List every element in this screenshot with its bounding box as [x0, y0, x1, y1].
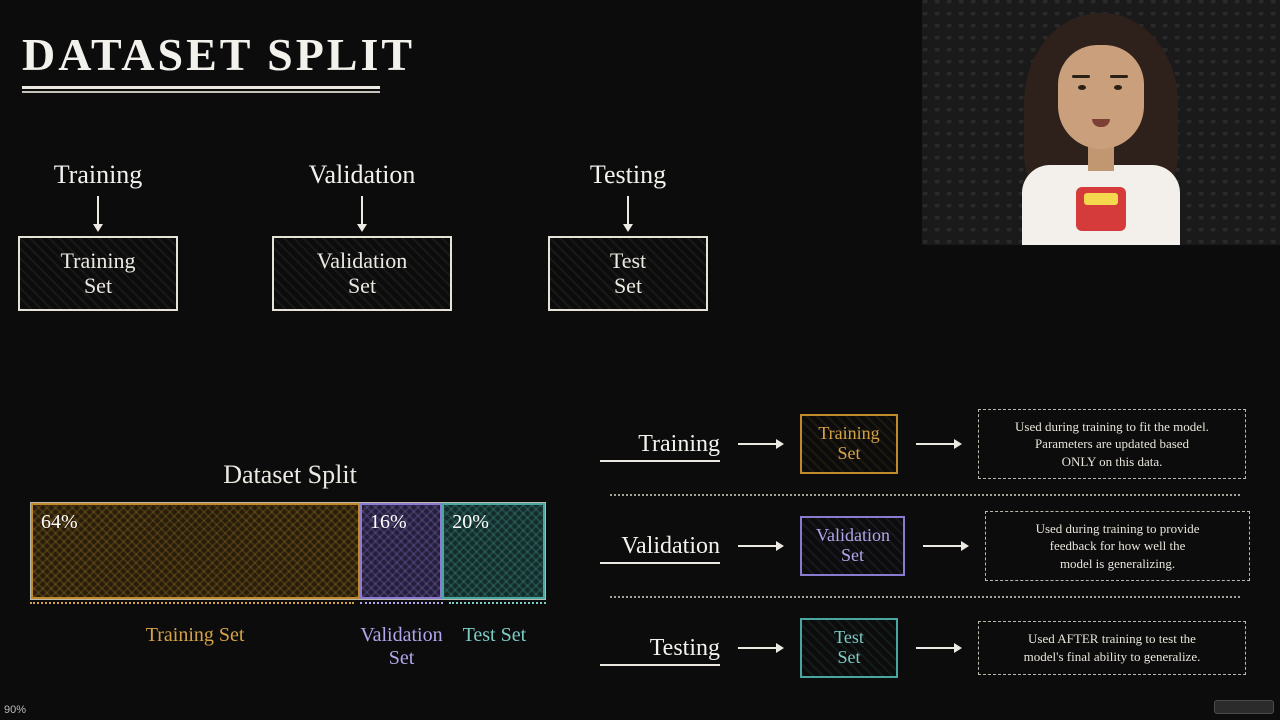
- bar-segment-test-value: 20%: [452, 511, 489, 533]
- legend-validation: Validation Set: [360, 624, 443, 670]
- arrow-right-icon: [916, 443, 960, 445]
- bar-segment-validation: 16%: [360, 503, 442, 599]
- row-validation-box: Validation Set: [800, 516, 905, 576]
- row-testing-box: Test Set: [800, 618, 898, 678]
- arrow-down-icon: [97, 196, 99, 230]
- flow-validation-label: Validation: [272, 160, 452, 190]
- row-validation: Validation Validation Set Used during tr…: [600, 500, 1250, 592]
- row-validation-label: Validation: [600, 533, 720, 560]
- row-training-desc: Used during training to fit the model. P…: [978, 409, 1246, 480]
- presenter-video: [922, 0, 1280, 245]
- bar-segment-training-value: 64%: [41, 511, 78, 533]
- stacked-bar: 64% 16% 20%: [30, 502, 546, 600]
- bar-segment-test: 20%: [442, 503, 545, 599]
- page-title: DATASET SPLIT: [22, 28, 415, 81]
- row-testing-desc: Used AFTER training to test the model's …: [978, 621, 1246, 674]
- arrow-down-icon: [361, 196, 363, 230]
- flow-validation: Validation Validation Set: [272, 160, 452, 311]
- zoom-level: 90%: [4, 704, 26, 716]
- row-divider: [610, 494, 1240, 496]
- flow-testing-label: Testing: [548, 160, 708, 190]
- row-divider: [610, 596, 1240, 598]
- arrow-right-icon: [738, 443, 782, 445]
- arrow-right-icon: [738, 545, 782, 547]
- row-training-label: Training: [600, 431, 720, 458]
- presenter-avatar: [996, 5, 1206, 245]
- chart-title: Dataset Split: [30, 460, 550, 490]
- set-descriptions: Training Training Set Used during traini…: [600, 398, 1250, 694]
- bar-segment-training: 64%: [31, 503, 360, 599]
- arrow-down-icon: [627, 196, 629, 230]
- bar-segment-validation-value: 16%: [370, 511, 407, 533]
- test-set-box: Test Set: [548, 236, 708, 311]
- flow-testing: Testing Test Set: [548, 160, 708, 311]
- row-training: Training Training Set Used during traini…: [600, 398, 1250, 490]
- legend-test: Test Set: [443, 624, 546, 670]
- row-testing-label: Testing: [600, 635, 720, 662]
- row-testing: Testing Test Set Used AFTER training to …: [600, 602, 1250, 694]
- validation-set-box: Validation Set: [272, 236, 452, 311]
- bottom-right-pill[interactable]: [1214, 700, 1274, 714]
- row-validation-desc: Used during training to provide feedback…: [985, 511, 1250, 582]
- flow-training: Training Training Set: [18, 160, 178, 311]
- flow-training-label: Training: [18, 160, 178, 190]
- legend-training: Training Set: [30, 624, 360, 670]
- arrow-right-icon: [738, 647, 782, 649]
- dataset-split-chart: Dataset Split 64% 16% 20% Training Set V…: [30, 460, 550, 670]
- title-underline: [22, 86, 380, 89]
- arrow-right-icon: [916, 647, 960, 649]
- training-set-box: Training Set: [18, 236, 178, 311]
- arrow-right-icon: [923, 545, 967, 547]
- chart-legend: Training Set Validation Set Test Set: [30, 624, 546, 670]
- row-training-box: Training Set: [800, 414, 898, 474]
